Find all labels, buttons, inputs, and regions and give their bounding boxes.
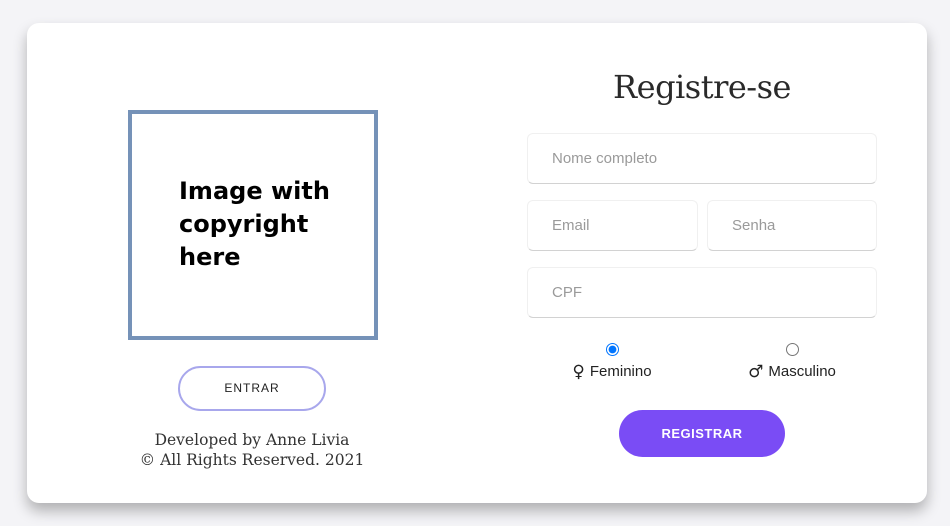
male-label: Masculino	[768, 363, 836, 380]
male-sign-icon: ♂	[748, 362, 764, 382]
female-sign-icon: ♀	[572, 362, 585, 382]
image-placeholder-text: Image with copyright here	[179, 177, 330, 271]
password-input[interactable]	[707, 200, 877, 251]
email-input[interactable]	[527, 200, 698, 251]
male-label-row: ♂ Masculino	[732, 362, 852, 382]
male-radio[interactable]	[785, 343, 799, 356]
copyright-image-placeholder: Image with copyright here	[128, 110, 378, 340]
credits: Developed by Anne Livia © All Rights Res…	[107, 430, 397, 470]
female-label-row: ♀ Feminino	[552, 362, 672, 382]
form-title: Registre-se	[613, 68, 791, 106]
register-card: Image with copyright here ENTRAR Develop…	[27, 23, 927, 503]
female-label: Feminino	[589, 363, 652, 380]
credits-author: Developed by Anne Livia	[154, 431, 350, 449]
gender-option-female: ♀ Feminino	[552, 343, 672, 382]
login-button[interactable]: ENTRAR	[178, 366, 326, 411]
register-button[interactable]: REGISTRAR	[619, 410, 785, 457]
gender-option-male: ♂ Masculino	[732, 343, 852, 382]
cpf-input[interactable]	[527, 267, 877, 318]
credits-copyright: © All Rights Reserved. 2021	[139, 451, 365, 469]
female-radio[interactable]	[605, 343, 619, 356]
full-name-input[interactable]	[527, 133, 877, 184]
